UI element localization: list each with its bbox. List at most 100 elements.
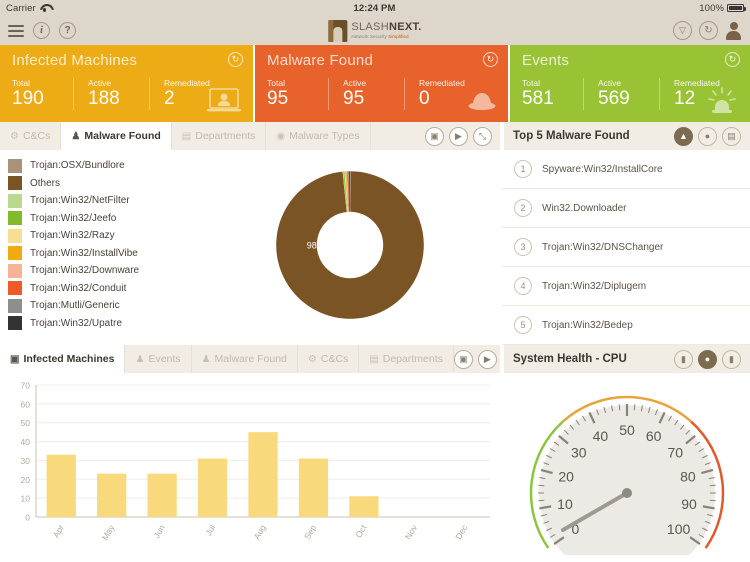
monitor-icon: ▣: [10, 353, 20, 365]
tab-events[interactable]: ♟ Events: [125, 345, 192, 373]
legend-label: Trojan:Win32/Conduit: [30, 282, 127, 294]
ios-status-bar: Carrier 12:24 PM 100%: [0, 0, 750, 16]
user-avatar-icon[interactable]: [725, 21, 742, 40]
donut-legend: Trojan:OSX/Bundlore Others Trojan:Win32/Ne…: [0, 150, 200, 340]
stat-total: Total 190: [12, 78, 74, 110]
gauge-tick: [538, 484, 545, 487]
stat-label: Total: [12, 78, 30, 88]
legend-item[interactable]: Trojan:OSX/Bundlore: [8, 157, 200, 175]
cpu-view-button[interactable]: ●: [698, 349, 717, 369]
tab-departments[interactable]: ▤ Departments: [172, 122, 267, 150]
disk-view-button[interactable]: ▮: [722, 349, 741, 369]
card-refresh-icon[interactable]: ↻: [725, 52, 740, 67]
top-tab-bar: ⚙ C&Cs ♟ Malware Found ▤ Departments ◉ M…: [0, 122, 500, 150]
card-infected-machines[interactable]: Infected Machines Total 190 Active 188 R…: [0, 45, 253, 122]
tab-label: C&Cs: [320, 353, 349, 365]
bar[interactable]: [248, 432, 278, 517]
bar[interactable]: [97, 473, 127, 517]
play-button[interactable]: ▶: [449, 126, 468, 146]
legend-label: Trojan:Win32/Jeefo: [30, 212, 117, 224]
x-axis-tick: Nov: [403, 522, 420, 541]
gauge-label: 30: [571, 445, 587, 461]
list-item[interactable]: 3 Trojan:Win32/DNSChanger: [502, 228, 750, 267]
top5-list: 1 Spyware:Win32/InstallCore 2 Win32.Downloa…: [502, 150, 750, 345]
donut-svg: 98.2%: [276, 171, 424, 319]
refresh-icon[interactable]: ↻: [699, 21, 718, 40]
bar[interactable]: [197, 458, 228, 517]
card-malware-found[interactable]: Malware Found Total 95 Active 95 Remedia…: [255, 45, 508, 122]
legend-item[interactable]: Trojan:Win32/Upatre: [8, 315, 200, 333]
list-item[interactable]: 2 Win32.Downloader: [502, 189, 750, 228]
bar[interactable]: [349, 496, 379, 517]
departments-view-button[interactable]: ▤: [722, 126, 741, 146]
legend-item[interactable]: Trojan:Win32/InstallVibe: [8, 245, 200, 263]
legend-item[interactable]: Trojan:Win32/Downware: [8, 262, 200, 280]
stat-value: 95: [343, 88, 365, 109]
list-item-label: Win32.Downloader: [542, 202, 627, 214]
status-carrier-group: Carrier: [6, 3, 50, 14]
status-clock: 12:24 PM: [353, 2, 396, 14]
legend-item[interactable]: Trojan:Win32/Jeefo: [8, 210, 200, 228]
gauge-label: 80: [680, 469, 696, 485]
tab-ccs-bottom[interactable]: ⚙ C&Cs: [298, 345, 360, 373]
lower-content-row: ▣ Infected Machines ♟ Events ♟ Malware F…: [0, 345, 750, 557]
legend-swatch: [8, 158, 22, 173]
y-axis-tick: 70: [21, 381, 31, 391]
card-refresh-icon[interactable]: ↻: [483, 52, 498, 67]
y-axis-tick: 30: [21, 456, 31, 466]
bar-chart-area[interactable]: 0 10 20 30 40 50 60 70 Apr May Jun Jul Aug Sep Oct Nov D…: [0, 373, 500, 557]
chart-type-button[interactable]: ▣: [425, 126, 444, 146]
info-icon[interactable]: i: [33, 22, 50, 39]
tab-malware-types[interactable]: ◉ Malware Types: [266, 122, 371, 150]
chart-type-button[interactable]: ▣: [453, 349, 473, 369]
legend-item[interactable]: Others: [8, 175, 200, 193]
x-axis-tick: Apr: [51, 523, 66, 540]
legend-item[interactable]: Trojan:Mutli/Generic: [8, 297, 200, 315]
battery-percent-label: 100%: [699, 2, 724, 14]
hamburger-icon[interactable]: [8, 24, 24, 37]
card-events[interactable]: Events Total 581 Active 569 Remediated 1…: [510, 45, 750, 122]
bar[interactable]: [147, 473, 177, 517]
gauge-hub: [622, 488, 632, 498]
cpu-gauge-area[interactable]: 0 10 20 30 40 50 60 70 80 90 100: [502, 373, 750, 557]
legend-item[interactable]: Trojan:Win32/Razy: [8, 227, 200, 245]
expand-button[interactable]: ⤡: [473, 126, 492, 146]
legend-swatch: [8, 281, 22, 296]
bar[interactable]: [298, 458, 329, 517]
gauge-label: 100: [667, 521, 691, 537]
tab-departments-bottom[interactable]: ▤ Departments: [359, 345, 454, 373]
legend-item[interactable]: Trojan:Win32/Conduit: [8, 280, 200, 298]
machines-view-button[interactable]: ▲: [674, 126, 693, 146]
tab-malware-found-bottom[interactable]: ♟ Malware Found: [192, 345, 298, 373]
legend-swatch: [8, 176, 22, 191]
card-title: Events: [522, 52, 570, 69]
gauge-label: 20: [558, 469, 574, 485]
tab-malware-found[interactable]: ♟ Malware Found: [61, 122, 172, 150]
list-item-label: Trojan:Win32/Diplugem: [542, 280, 647, 292]
info-glyph: i: [40, 25, 43, 36]
play-button[interactable]: ▶: [477, 349, 497, 369]
stat-value: 188: [88, 88, 120, 109]
list-item[interactable]: 1 Spyware:Win32/InstallCore: [502, 150, 750, 189]
card-refresh-icon[interactable]: ↻: [228, 52, 243, 67]
legend-swatch: [8, 228, 22, 243]
malware-view-button[interactable]: ●: [698, 126, 717, 146]
list-item[interactable]: 4 Trojan:Win32/Diplugem: [502, 267, 750, 306]
system-health-header: System Health - CPU ▮ ● ▮: [502, 345, 750, 373]
y-axis-tick: 60: [21, 399, 31, 409]
bar[interactable]: [46, 454, 76, 517]
tab-label: Infected Machines: [23, 353, 115, 365]
gauge-tick: [709, 484, 716, 487]
dashboard-app: Carrier 12:24 PM 100% i ? SLASHNEXT. Net…: [0, 0, 750, 562]
tab-infected-machines[interactable]: ▣ Infected Machines: [0, 345, 126, 373]
help-icon[interactable]: ?: [59, 22, 76, 39]
stat-label: Total: [267, 78, 285, 88]
donut-chart[interactable]: 98.2%: [200, 150, 500, 340]
list-item[interactable]: 5 Trojan:Win32/Bedep: [502, 306, 750, 345]
filter-icon[interactable]: ▽: [673, 21, 692, 40]
tab-ccs[interactable]: ⚙ C&Cs: [0, 122, 62, 150]
legend-item[interactable]: Trojan:Win32/NetFilter: [8, 192, 200, 210]
memory-view-button[interactable]: ▮: [674, 349, 693, 369]
bar-chart-svg: 0 10 20 30 40 50 60 70 Apr May Jun Jul Aug Sep Oct Nov D…: [21, 381, 490, 542]
gauge-label: 70: [667, 445, 683, 461]
